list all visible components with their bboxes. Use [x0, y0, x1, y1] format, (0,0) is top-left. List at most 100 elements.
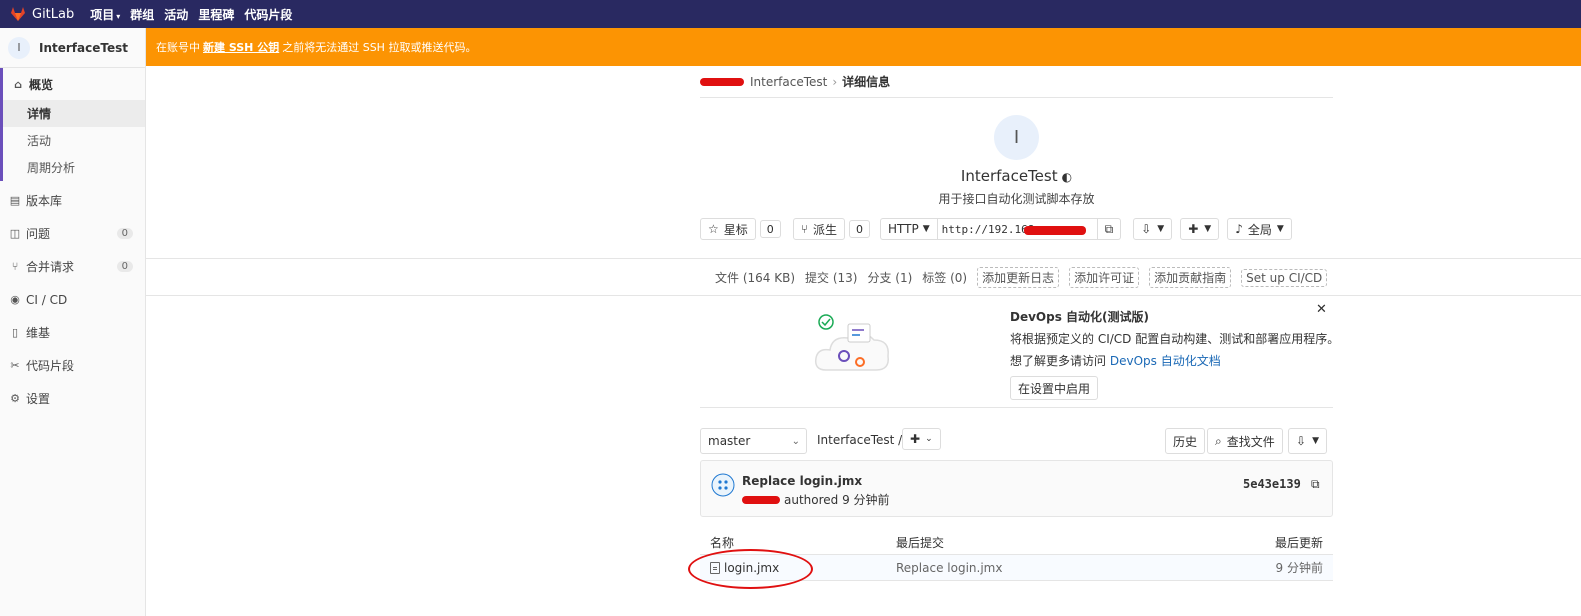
notification-dropdown[interactable]: ♪ 全局 ▼	[1227, 218, 1292, 240]
sidebar-item-label: 设置	[26, 392, 51, 406]
file-name-cell[interactable]: login.jmx	[710, 561, 779, 575]
brand-name: GitLab	[32, 6, 75, 22]
merge-requests-count-badge: 0	[116, 261, 133, 272]
banner-text-suffix: 之前将无法通过 SSH 拉取或推送代码。	[282, 41, 477, 54]
clipboard-icon: ⧉	[1104, 221, 1114, 236]
top-nav: 项目 ▾ 群组 活动 里程碑 代码片段	[90, 6, 292, 23]
download-icon: ⇩	[1296, 434, 1307, 448]
project-overview: InterfaceTest › 详细信息 I InterfaceTest ◐ 用于…	[700, 66, 1333, 241]
sidebar-sub-activity[interactable]: 活动	[3, 127, 145, 154]
fork-button[interactable]: ⑂ 派生	[792, 218, 845, 240]
sidebar-item-repository[interactable]: ▤ 版本库	[0, 184, 145, 217]
fork-count[interactable]: 0	[849, 220, 870, 238]
gitlab-fox-icon	[11, 7, 25, 21]
find-file-button[interactable]: ⌕ 查找文件	[1207, 428, 1283, 454]
branch-select[interactable]: master ⌄	[700, 428, 807, 454]
nav-groups[interactable]: 群组	[130, 6, 154, 23]
download-icon: ⇩	[1141, 222, 1152, 236]
stat-branches[interactable]: 分支 (1)	[867, 269, 912, 286]
sidebar-item-settings[interactable]: ⚙ 设置	[0, 382, 145, 415]
add-new-dropdown[interactable]: ✚ ▼	[1180, 218, 1220, 240]
table-row[interactable]: login.jmx Replace login.jmx 9 分钟前	[700, 555, 1333, 581]
table-header: 名称 最后提交 最后更新	[700, 531, 1333, 555]
last-commit: Replace login.jmx authored 9 分钟前 5e43e13…	[700, 460, 1333, 517]
sidebar-sub-details[interactable]: 详情	[3, 100, 145, 127]
breadcrumb-project[interactable]: InterfaceTest	[750, 75, 827, 89]
star-button[interactable]: ☆ 星标	[700, 218, 756, 240]
sidebar-item-snippets[interactable]: ✂ 代码片段	[0, 349, 145, 382]
sidebar-sub-cycle-analytics[interactable]: 周期分析	[3, 154, 145, 181]
download-dropdown[interactable]: ⇩ ▼	[1133, 218, 1173, 240]
enable-in-settings-button[interactable]: 在设置中启用	[1010, 376, 1099, 400]
book-icon: ▯	[11, 326, 19, 339]
breadcrumb: InterfaceTest › 详细信息	[700, 66, 1333, 98]
commit-avatar-icon	[711, 473, 735, 497]
column-last-commit: 最后提交	[896, 536, 945, 550]
setup-ci-button[interactable]: Set up CI/CD	[1241, 268, 1328, 287]
add-to-tree-dropdown[interactable]: ✚ ⌄	[902, 428, 941, 450]
commit-message[interactable]: Replace login.jmx	[742, 474, 862, 488]
auto-devops-callout: DevOps 自动化(测试版) ✕ 将根据预定义的 CI/CD 配置自动构建、测…	[700, 296, 1339, 408]
commit-sha[interactable]: 5e43e139	[1243, 477, 1301, 491]
clipboard-icon[interactable]: ⧉	[1311, 477, 1320, 492]
star-icon: ☆	[708, 222, 719, 236]
chevron-down-icon: ▼	[922, 224, 930, 234]
history-button[interactable]: 历史	[1165, 428, 1206, 454]
sidebar-item-label: 版本库	[26, 194, 63, 208]
sidebar-item-cicd[interactable]: ◉ CI / CD	[0, 283, 145, 316]
devops-description: 将根据预定义的 CI/CD 配置自动构建、测试和部署应用程序。	[1010, 332, 1340, 346]
sidebar-item-overview[interactable]: ⌂ 概览	[3, 68, 145, 100]
stat-tags[interactable]: 标签 (0)	[922, 269, 967, 286]
sidebar-project-header[interactable]: I InterfaceTest	[0, 28, 145, 68]
sidebar-item-label: 概览	[29, 77, 54, 92]
clone-url-input[interactable]: http://192.168.	[937, 218, 1098, 240]
project-avatar: I	[8, 36, 30, 59]
top-navbar: GitLab 项目 ▾ 群组 活动 里程碑 代码片段	[0, 0, 1581, 28]
stat-files[interactable]: 文件 (164 KB)	[715, 269, 795, 286]
rocket-icon: ◉	[10, 293, 20, 306]
nav-activity[interactable]: 活动	[164, 6, 188, 23]
redacted-namespace	[700, 77, 744, 86]
redacted-author	[742, 495, 780, 504]
tree-path[interactable]: InterfaceTest /	[817, 433, 902, 447]
project-actions: ☆ 星标 0 ⑂ 派生 0 HTTP ▼ http://192.168. ⧉ ⇩ ▼ ✚…	[700, 217, 1333, 241]
chevron-down-icon: ⌄	[925, 434, 933, 444]
download-tree-dropdown[interactable]: ⇩ ▼	[1288, 428, 1327, 454]
project-title: InterfaceTest ◐	[700, 167, 1333, 185]
plus-icon: ✚	[1188, 222, 1199, 236]
chevron-down-icon: ▾	[116, 11, 121, 21]
add-license-button[interactable]: 添加许可证	[1069, 267, 1140, 288]
devops-docs-link[interactable]: DevOps 自动化文档	[1110, 354, 1221, 368]
fork-icon: ⑂	[800, 222, 808, 236]
devops-illustration-icon	[814, 314, 889, 371]
sidebar-item-label: 代码片段	[26, 359, 75, 373]
chevron-down-icon: ▼	[1157, 224, 1165, 234]
nav-milestones[interactable]: 里程碑	[198, 6, 234, 23]
issues-icon: ◫	[9, 227, 21, 240]
protocol-dropdown[interactable]: HTTP ▼	[880, 218, 938, 240]
add-ssh-key-link[interactable]: 新建 SSH 公钥	[203, 39, 279, 55]
nav-snippets[interactable]: 代码片段	[244, 6, 292, 23]
sidebar-item-wiki[interactable]: ▯ 维基	[0, 316, 145, 349]
column-last-update: 最后更新	[1274, 536, 1323, 550]
sidebar-item-merge-requests[interactable]: ⑂ 合并请求 0	[0, 250, 145, 283]
copy-url-button[interactable]: ⧉	[1097, 218, 1122, 240]
gear-icon: ⚙	[10, 392, 20, 405]
close-icon[interactable]: ✕	[1316, 302, 1327, 317]
add-contributing-button[interactable]: 添加贡献指南	[1149, 267, 1232, 288]
sidebar-item-label: CI / CD	[26, 292, 68, 307]
shield-icon: ◐	[1061, 170, 1073, 184]
gitlab-logo[interactable]: GitLab	[10, 6, 74, 22]
sidebar-item-label: 维基	[26, 326, 51, 340]
star-count[interactable]: 0	[759, 220, 781, 238]
add-changelog-button[interactable]: 添加更新日志	[977, 267, 1060, 288]
nav-projects[interactable]: 项目 ▾	[90, 6, 120, 23]
project-sidebar: I InterfaceTest ⌂ 概览 详情 活动 周期分析 ▤ 版本库 ◫ …	[0, 28, 146, 616]
file-icon	[710, 561, 720, 574]
sidebar-item-issues[interactable]: ◫ 问题 0	[0, 217, 145, 250]
project-stats: 文件 (164 KB) 提交 (13) 分支 (1) 标签 (0) 添加更新日志…	[715, 267, 1328, 288]
redacted-url	[1023, 226, 1086, 235]
breadcrumb-current: 详细信息	[842, 75, 891, 89]
file-commit-cell[interactable]: Replace login.jmx	[896, 561, 1002, 575]
stat-commits[interactable]: 提交 (13)	[805, 269, 857, 286]
